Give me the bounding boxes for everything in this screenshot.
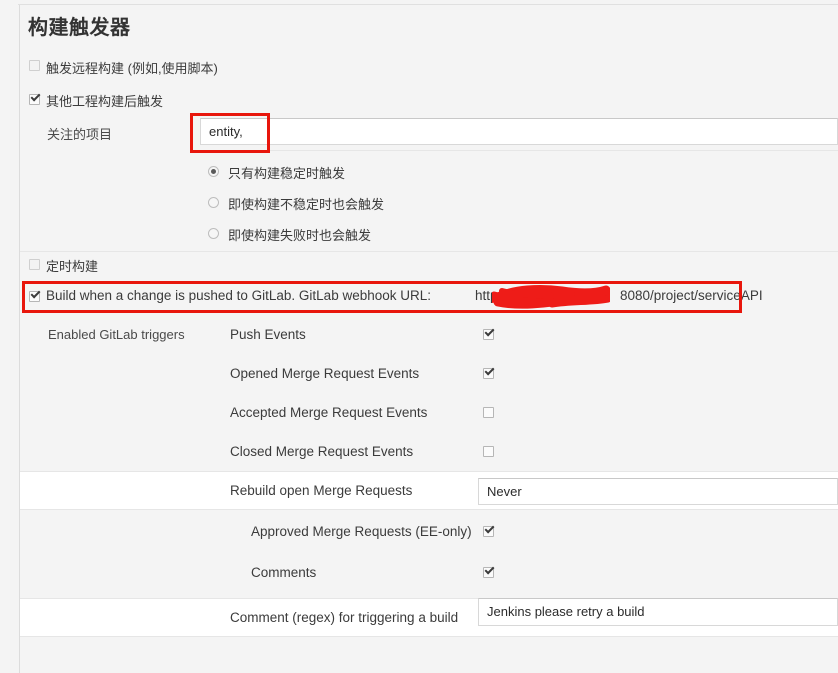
row-remote-build: 触发远程构建 (例如,使用脚本): [20, 52, 838, 80]
row-enabled-gitlab-triggers: Enabled GitLab triggers Push Events Open…: [20, 313, 838, 470]
checkbox-push-events[interactable]: [483, 329, 494, 340]
top-divider: [18, 4, 838, 5]
checkbox-approved-merge-requests[interactable]: [483, 526, 494, 537]
checkbox-closed-merge-request-events[interactable]: [483, 446, 494, 457]
divider-under-comment-regex: [20, 636, 838, 637]
checkbox-comments[interactable]: [483, 567, 494, 578]
row-trigger-threshold-group: 只有构建稳定时触发 即使构建不稳定时也会触发 即使构建失败时也会触发: [20, 151, 838, 251]
label-accepted-merge-request-events: Accepted Merge Request Events: [230, 405, 428, 420]
checkbox-remote-build[interactable]: [29, 60, 40, 71]
label-gitlab-webhook: Build when a change is pushed to GitLab.…: [46, 288, 431, 303]
label-push-events: Push Events: [230, 327, 306, 342]
label-scheduled-build: 定时构建: [46, 259, 99, 274]
label-rebuild-open-mr: Rebuild open Merge Requests: [230, 483, 413, 498]
page-title: 构建触发器: [28, 17, 131, 39]
label-comments: Comments: [251, 565, 317, 580]
row-gitlab-webhook: Build when a change is pushed to GitLab.…: [20, 281, 838, 312]
label-after-other-projects: 其他工程构建后触发: [46, 94, 164, 109]
label-radio-stable-only: 只有构建稳定时触发: [228, 166, 346, 181]
radio-even-failed[interactable]: [208, 228, 219, 239]
checkbox-after-other-projects[interactable]: [29, 94, 40, 105]
label-remote-build: 触发远程构建 (例如,使用脚本): [46, 61, 218, 76]
radio-stable-only[interactable]: [208, 166, 219, 177]
checkbox-accepted-merge-request-events[interactable]: [483, 407, 494, 418]
build-triggers-config-screen: 构建触发器 触发远程构建 (例如,使用脚本) 其他工程构建后触发 关注的项目 e…: [0, 0, 838, 673]
checkbox-opened-merge-request-events[interactable]: [483, 368, 494, 379]
checkbox-scheduled-build[interactable]: [29, 259, 40, 270]
label-enabled-gitlab-triggers: Enabled GitLab triggers: [48, 327, 185, 342]
label-watched-projects: 关注的项目: [47, 127, 113, 142]
label-radio-even-failed: 即使构建失败时也会触发: [228, 228, 372, 243]
label-closed-merge-request-events: Closed Merge Request Events: [230, 444, 414, 459]
comment-regex-input[interactable]: Jenkins please retry a build: [478, 598, 838, 626]
gitlab-webhook-url-head: http://1: [475, 288, 517, 303]
row-after-other-projects: 其他工程构建后触发: [20, 86, 838, 114]
row-approved-and-comments: Approved Merge Requests (EE-only) Commen…: [20, 510, 838, 598]
watched-projects-input[interactable]: entity,: [200, 118, 838, 145]
radio-even-unstable[interactable]: [208, 197, 219, 208]
row-scheduled-build: 定时构建: [20, 252, 838, 278]
label-opened-merge-request-events: Opened Merge Request Events: [230, 366, 420, 381]
gitlab-webhook-url-tail: 8080/project/serviceAPI: [620, 288, 763, 303]
rebuild-open-mr-select[interactable]: Never: [478, 478, 838, 505]
label-approved-merge-requests: Approved Merge Requests (EE-only): [251, 524, 472, 539]
label-radio-even-unstable: 即使构建不稳定时也会触发: [228, 197, 385, 212]
checkbox-gitlab-webhook[interactable]: [29, 291, 40, 302]
label-comment-regex: Comment (regex) for triggering a build: [230, 610, 459, 625]
